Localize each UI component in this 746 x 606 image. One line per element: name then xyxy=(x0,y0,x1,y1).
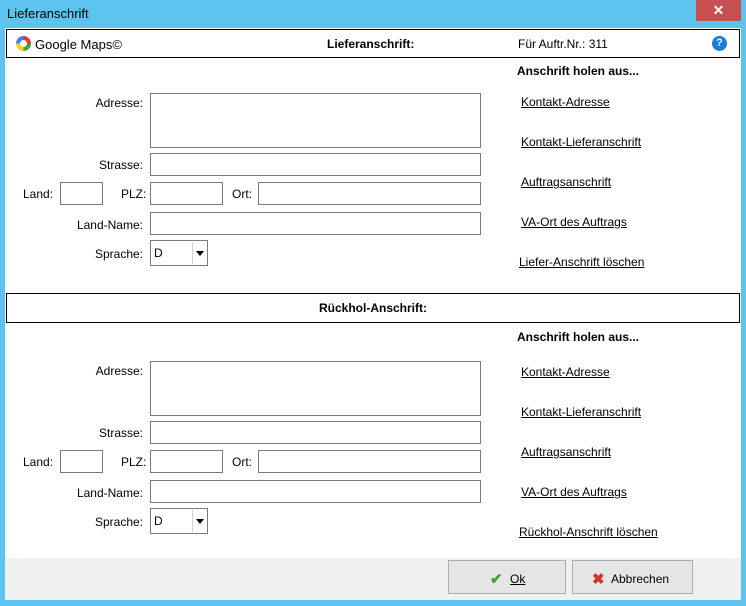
strasse-label: Strasse: xyxy=(98,158,143,172)
delivery-source-title: Anschrift holen aus... xyxy=(517,64,640,78)
sprache-label: Sprache: xyxy=(94,247,143,261)
delivery-adresse-field[interactable] xyxy=(150,93,481,148)
delivery-land-field[interactable] xyxy=(60,182,103,205)
return-link-kontakt-lieferanschrift[interactable]: Kontakt-Lieferanschrift xyxy=(521,405,641,419)
google-maps-label[interactable]: Google Maps© xyxy=(35,37,122,52)
cancel-label: Abbrechen xyxy=(611,572,670,586)
land-name-label: Land-Name: xyxy=(76,486,143,500)
land-name-label: Land-Name: xyxy=(76,218,143,232)
help-icon[interactable]: ? xyxy=(712,36,727,51)
return-section-title: Rückhol-Anschrift: xyxy=(319,301,427,315)
delivery-sprache-select[interactable]: D xyxy=(150,240,208,266)
ort-label: Ort: xyxy=(232,455,252,469)
return-adresse-field[interactable] xyxy=(150,361,481,416)
delivery-link-kontakt-lieferanschrift[interactable]: Kontakt-Lieferanschrift xyxy=(521,135,641,149)
delivery-section-title: Lieferanschrift: xyxy=(327,37,415,51)
return-link-kontakt-adresse[interactable]: Kontakt-Adresse xyxy=(521,365,610,379)
return-land-name-field[interactable] xyxy=(150,480,481,503)
adresse-label: Adresse: xyxy=(95,364,143,378)
delivery-link-va-ort[interactable]: VA-Ort des Auftrags xyxy=(521,215,627,229)
title-bar[interactable]: Lieferanschrift ✕ xyxy=(0,0,746,28)
delivery-link-kontakt-adresse[interactable]: Kontakt-Adresse xyxy=(521,95,610,109)
return-strasse-field[interactable] xyxy=(150,421,481,444)
ok-label: Ok xyxy=(510,572,526,586)
sprache-value: D xyxy=(154,514,163,528)
ort-label: Ort: xyxy=(232,187,252,201)
window-title: Lieferanschrift xyxy=(7,6,89,21)
button-footer: ✔ Ok ✖ Abbrechen xyxy=(5,558,741,600)
adresse-label: Adresse: xyxy=(95,96,143,110)
dialog-window: Lieferanschrift ✕ Google Maps© Lieferans… xyxy=(0,0,746,606)
dialog-client-area: Google Maps© Lieferanschrift: Für Auftr.… xyxy=(5,28,741,600)
plz-label: PLZ: xyxy=(121,455,147,469)
plz-label: PLZ: xyxy=(121,187,147,201)
return-link-auftragsanschrift[interactable]: Auftragsanschrift xyxy=(521,445,611,459)
sprache-value: D xyxy=(154,246,163,260)
strasse-label: Strasse: xyxy=(98,426,143,440)
return-plz-field[interactable] xyxy=(150,450,223,473)
ok-button[interactable]: ✔ Ok xyxy=(448,560,566,594)
sprache-label: Sprache: xyxy=(94,515,143,529)
return-section-header: Rückhol-Anschrift: xyxy=(6,293,740,323)
land-label: Land: xyxy=(23,455,54,469)
delivery-strasse-field[interactable] xyxy=(150,153,481,176)
return-source-title: Anschrift holen aus... xyxy=(517,330,640,344)
return-land-field[interactable] xyxy=(60,450,103,473)
google-maps-icon[interactable] xyxy=(16,36,31,51)
delivery-link-delete[interactable]: Liefer-Anschrift löschen xyxy=(519,255,644,269)
return-link-va-ort[interactable]: VA-Ort des Auftrags xyxy=(521,485,627,499)
checkmark-icon: ✔ xyxy=(490,571,503,588)
delivery-ort-field[interactable] xyxy=(258,182,481,205)
chevron-down-icon[interactable] xyxy=(192,242,206,264)
land-label: Land: xyxy=(23,187,54,201)
delivery-land-name-field[interactable] xyxy=(150,212,481,235)
delivery-link-auftragsanschrift[interactable]: Auftragsanschrift xyxy=(521,175,611,189)
cancel-button[interactable]: ✖ Abbrechen xyxy=(572,560,693,594)
return-ort-field[interactable] xyxy=(258,450,481,473)
delivery-plz-field[interactable] xyxy=(150,182,223,205)
return-sprache-select[interactable]: D xyxy=(150,508,208,534)
chevron-down-icon[interactable] xyxy=(192,510,206,532)
close-button[interactable]: ✕ xyxy=(696,0,741,21)
cancel-x-icon: ✖ xyxy=(592,571,605,588)
return-link-delete[interactable]: Rückhol-Anschrift löschen xyxy=(519,525,658,539)
header-bar: Google Maps© Lieferanschrift: Für Auftr.… xyxy=(6,29,740,58)
order-number: Für Auftr.Nr.: 311 xyxy=(518,37,608,51)
